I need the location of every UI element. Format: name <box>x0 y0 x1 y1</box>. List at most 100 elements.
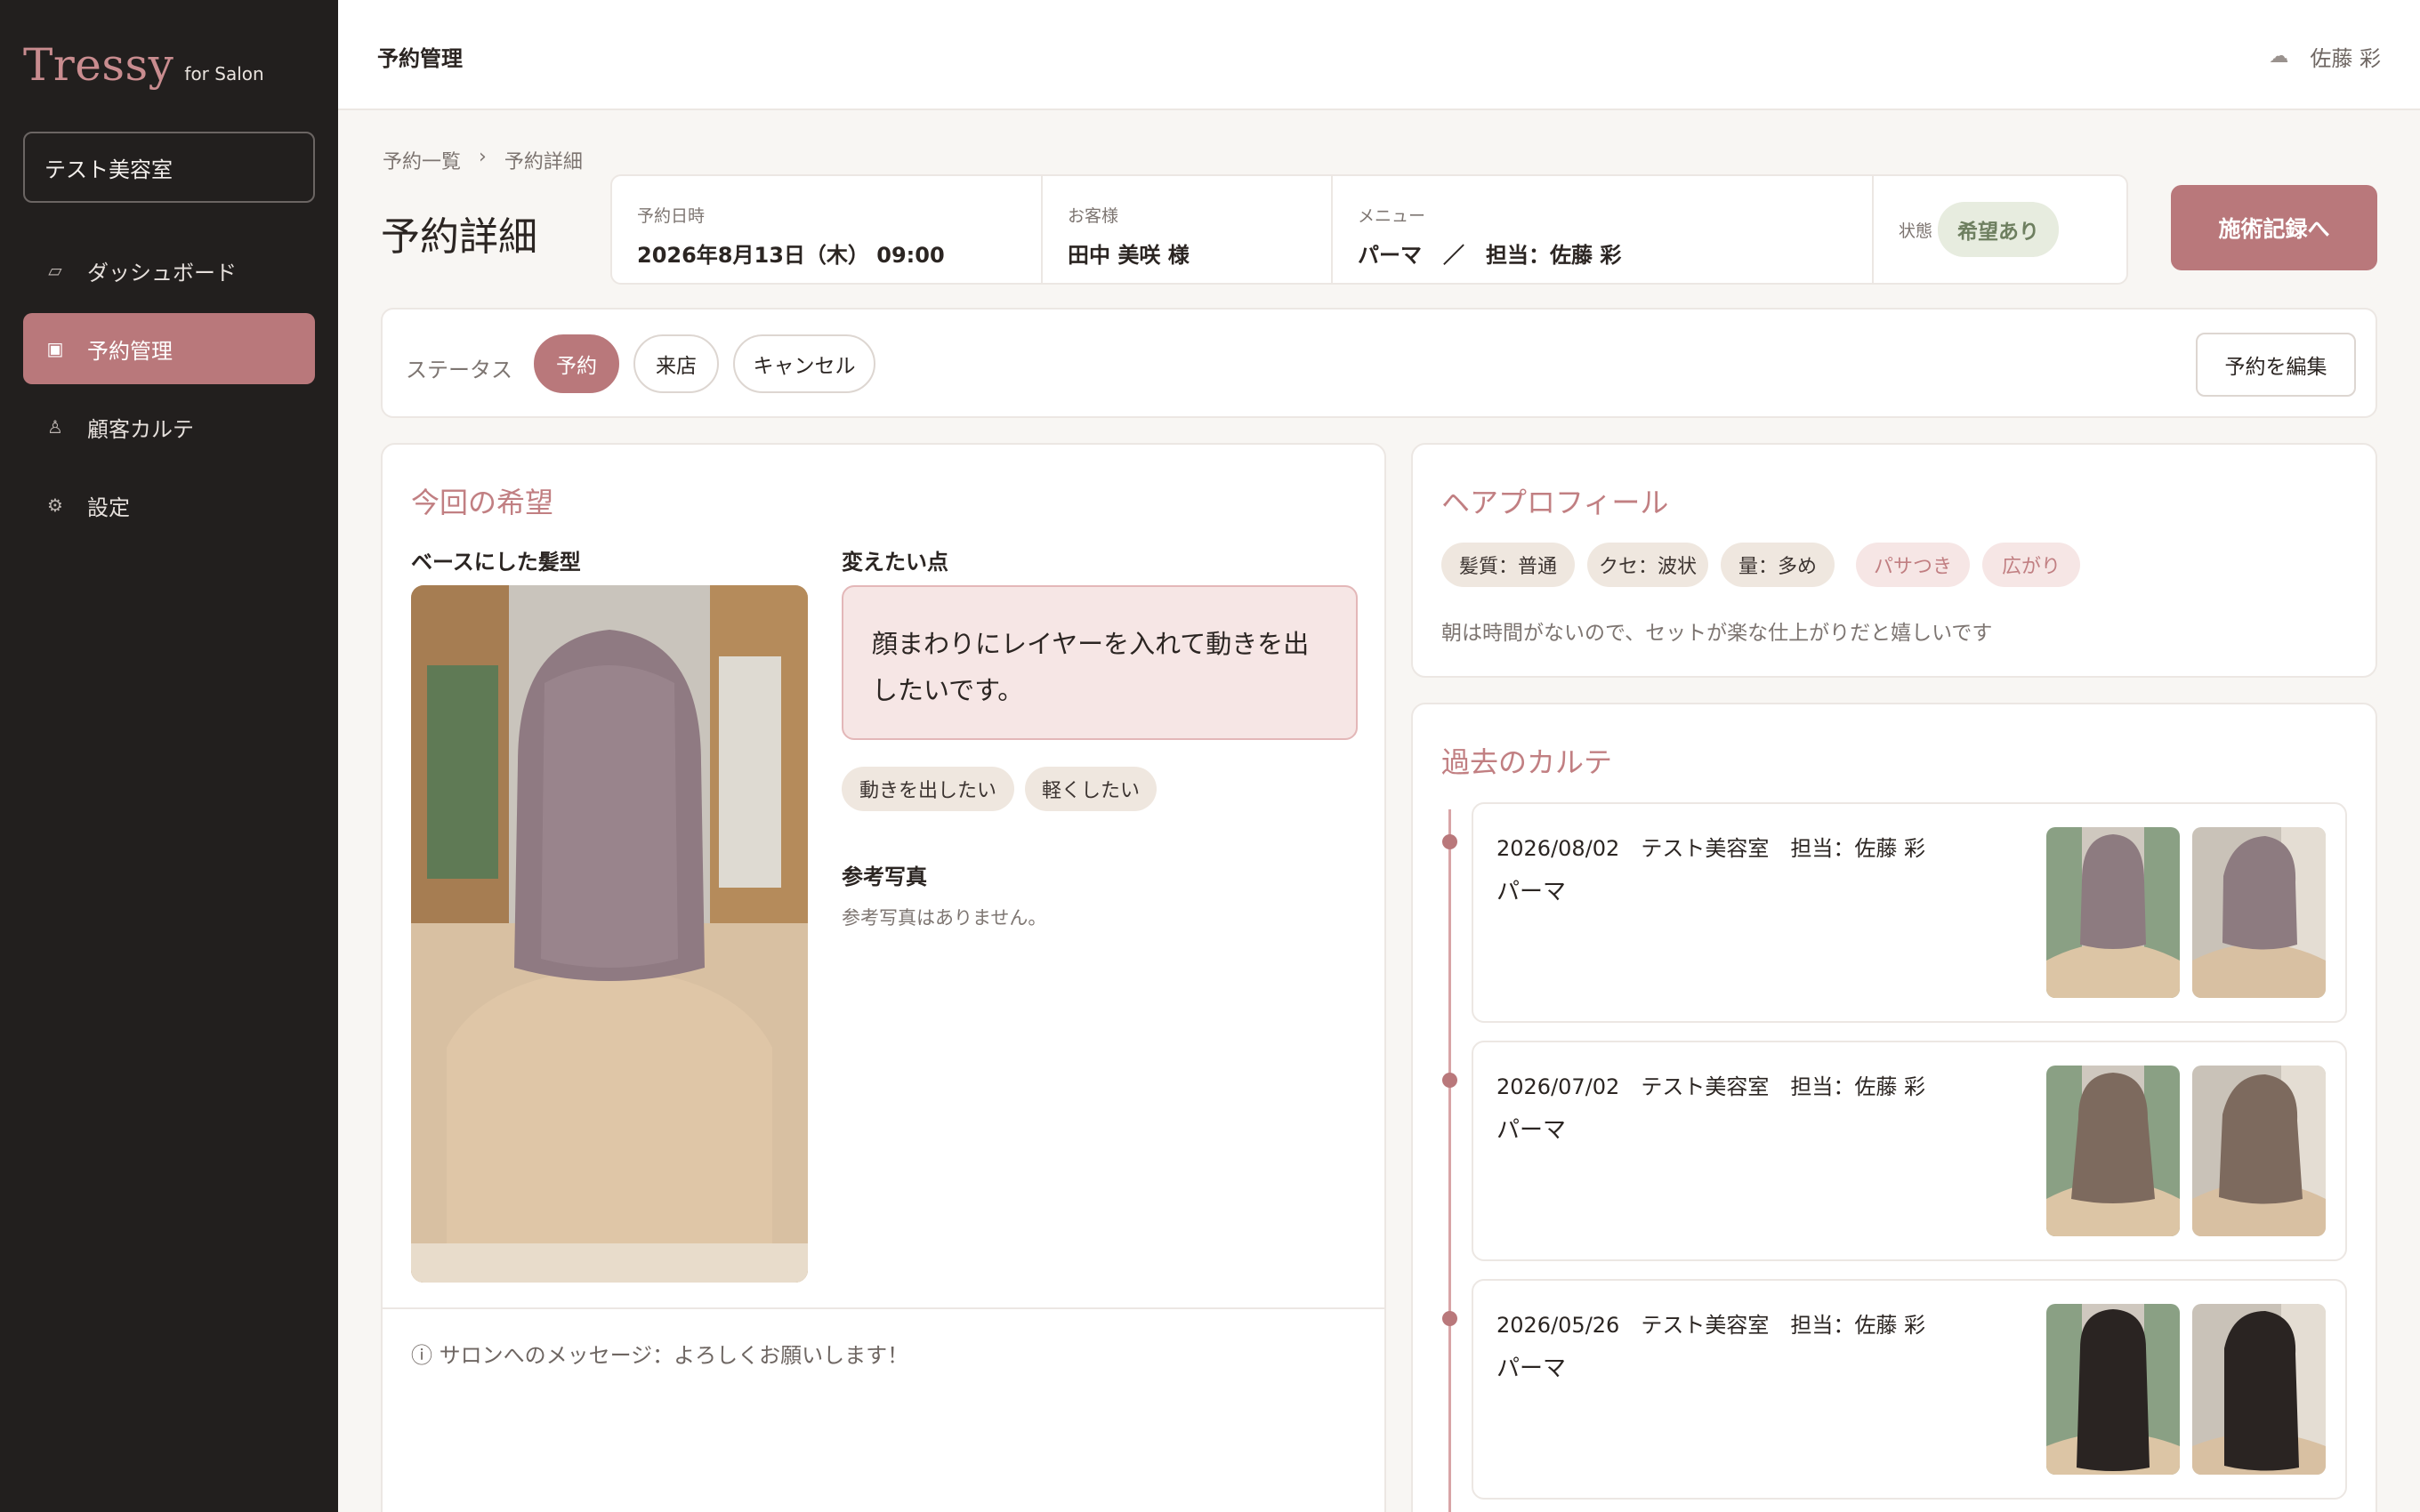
timeline-dot <box>1442 834 1457 849</box>
timeline-line <box>1448 809 1451 1512</box>
history-entry[interactable]: 2026/05/26 テスト美容室 担当：佐藤 彩 パーマ <box>1472 1279 2347 1500</box>
history-image <box>2046 1304 2180 1475</box>
base-style-photo[interactable] <box>411 585 808 1283</box>
logo-text: Tressy <box>23 39 174 91</box>
sidebar-item-label: 予約管理 <box>87 338 173 364</box>
history-image <box>2192 1066 2326 1236</box>
breadcrumb-current: 予約詳細 <box>504 151 583 173</box>
calendar-icon: ▣ <box>46 338 64 359</box>
hair-profile-card: ヘアプロフィール 髪質：普通 クセ：波状 量：多め パサつき 広がり 朝は時間が… <box>1411 443 2377 678</box>
reference-photo-empty: 参考写真はありません。 <box>842 907 1047 929</box>
customer-label: お客様 <box>1068 206 1119 226</box>
history-salon: テスト美容室 <box>1641 1074 1770 1099</box>
history-entry[interactable]: 2026/07/02 テスト美容室 担当：佐藤 彩 パーマ <box>1472 1041 2347 1261</box>
hair-tag: 量：多め <box>1721 543 1835 587</box>
salon-message: ⓘ サロンへのメッセージ：よろしくお願いします！ <box>411 1343 909 1368</box>
timeline-dot <box>1442 1311 1457 1326</box>
hair-tag-highlight: パサつき <box>1856 543 1970 587</box>
reference-photo-heading: 参考写真 <box>842 865 927 889</box>
state-label: 状態 <box>1899 221 1933 241</box>
status-badge: 希望あり <box>1938 202 2060 257</box>
breadcrumb: 予約一覧 › 予約詳細 <box>383 146 583 174</box>
history-photo[interactable] <box>2046 827 2180 998</box>
reservation-summary: 予約日時 2026年8月13日（木） 09:00 お客様 田中 美咲 様 メニュ… <box>610 174 2128 285</box>
history-meta: 2026/08/02 テスト美容室 担当：佐藤 彩 <box>1496 831 1925 862</box>
history-date: 2026/05/26 <box>1496 1313 1620 1338</box>
history-date: 2026/08/02 <box>1496 836 1620 861</box>
breadcrumb-link-list[interactable]: 予約一覧 <box>383 146 461 174</box>
customer-cell: お客様 田中 美咲 様 <box>1043 176 1333 283</box>
status-label: ステータス <box>406 358 512 382</box>
sidebar-item-label: ダッシュボード <box>87 260 237 286</box>
history-photo[interactable] <box>2192 827 2326 998</box>
status-option-cancel[interactable]: キャンセル <box>733 334 875 393</box>
tablet-icon: ▱ <box>48 260 62 281</box>
hair-profile-title: ヘアプロフィール <box>1441 486 1669 519</box>
wish-title: 今回の希望 <box>411 486 554 519</box>
sidebar-item-label: 顧客カルテ <box>87 416 194 442</box>
person-icon: ♙ <box>47 416 63 438</box>
history-entry[interactable]: 2026/08/02 テスト美容室 担当：佐藤 彩 パーマ <box>1472 802 2347 1023</box>
gear-icon: ⚙ <box>47 495 63 516</box>
history-photo[interactable] <box>2192 1304 2326 1475</box>
history-image <box>2192 1304 2326 1475</box>
datetime-label: 予約日時 <box>637 206 706 226</box>
history-menu: パーマ <box>1496 879 1567 905</box>
status-option-visited[interactable]: 来店 <box>633 334 719 393</box>
sidebar-nav: ▱ ダッシュボード ▣ 予約管理 ♙ 顧客カルテ ⚙ 設定 <box>23 235 315 548</box>
history-meta: 2026/07/02 テスト美容室 担当：佐藤 彩 <box>1496 1069 1925 1100</box>
sidebar-item-settings[interactable]: ⚙ 設定 <box>23 470 315 541</box>
history-card: 過去のカルテ 2026/08/02 テスト美容室 担当：佐藤 彩 パーマ 202… <box>1411 703 2377 1512</box>
history-staff: 担当：佐藤 彩 <box>1790 1074 1925 1099</box>
history-image <box>2192 827 2326 998</box>
hair-tag: クセ：波状 <box>1587 543 1708 587</box>
logo-subtext: for Salon <box>184 63 264 84</box>
menu-cell: メニュー パーマ ／ 担当：佐藤 彩 <box>1333 176 1874 283</box>
base-style-heading: ベースにした髪型 <box>411 550 581 575</box>
divider <box>383 1307 1384 1309</box>
history-menu: パーマ <box>1496 1355 1567 1382</box>
hair-profile-note: 朝は時間がないので、セットが楽な仕上がりだと嬉しいです <box>1441 622 1993 645</box>
treatment-record-button[interactable]: 施術記録へ <box>2171 185 2377 270</box>
status-option-reserved[interactable]: 予約 <box>534 334 619 393</box>
sidebar-item-dashboard[interactable]: ▱ ダッシュボード <box>23 235 315 306</box>
history-salon: テスト美容室 <box>1641 836 1770 861</box>
app-logo[interactable]: Tressy for Salon <box>23 39 264 91</box>
menu-value: パーマ ／ 担当：佐藤 彩 <box>1358 243 1622 268</box>
base-style-image <box>411 585 808 1283</box>
timeline-dot <box>1442 1073 1457 1088</box>
history-date: 2026/07/02 <box>1496 1074 1620 1099</box>
change-request-box: 顔まわりにレイヤーを入れて動きを出したいです。 <box>842 585 1358 740</box>
history-photo[interactable] <box>2046 1304 2180 1475</box>
cloud-icon: ☁ <box>2269 45 2289 68</box>
page-title: 予約詳細 <box>381 214 537 260</box>
user-name: 佐藤 彩 <box>2310 46 2381 71</box>
sidebar-item-label: 設定 <box>87 495 130 520</box>
history-image <box>2046 827 2180 998</box>
datetime-value: 2026年8月13日（木） 09:00 <box>637 243 945 268</box>
history-meta: 2026/05/26 テスト美容室 担当：佐藤 彩 <box>1496 1307 1925 1339</box>
user-menu[interactable]: ☁ 佐藤 彩 <box>2269 41 2381 72</box>
history-title: 過去のカルテ <box>1441 745 1613 779</box>
wish-card: 今回の希望 ベースにした髪型 変えたい点 顔まわりにレイヤーを入れて動きを出した… <box>381 443 1386 1512</box>
history-photo[interactable] <box>2192 1066 2326 1236</box>
history-image <box>2046 1066 2180 1236</box>
edit-reservation-button[interactable]: 予約を編集 <box>2196 333 2356 397</box>
hair-tag: 髪質：普通 <box>1441 543 1575 587</box>
breadcrumb-separator: › <box>479 146 487 168</box>
wish-tag: 軽くしたい <box>1025 767 1157 811</box>
change-request-text: 顔まわりにレイヤーを入れて動きを出したいです。 <box>872 629 1310 705</box>
history-staff: 担当：佐藤 彩 <box>1790 1313 1925 1338</box>
history-salon: テスト美容室 <box>1641 1313 1770 1338</box>
status-bar: ステータス 予約 来店 キャンセル 予約を編集 <box>381 308 2377 418</box>
hair-tag-highlight: 広がり <box>1982 543 2080 587</box>
change-heading: 変えたい点 <box>842 550 948 575</box>
top-bar: 予約管理 ☁ 佐藤 彩 <box>338 0 2420 110</box>
sidebar-item-customers[interactable]: ♙ 顧客カルテ <box>23 391 315 462</box>
salon-selector[interactable]: テスト美容室 <box>23 132 315 203</box>
sidebar-item-reservations[interactable]: ▣ 予約管理 <box>23 313 315 384</box>
history-staff: 担当：佐藤 彩 <box>1790 836 1925 861</box>
wish-tag: 動きを出したい <box>842 767 1014 811</box>
sidebar: Tressy for Salon テスト美容室 ▱ ダッシュボード ▣ 予約管理… <box>0 0 338 1512</box>
history-photo[interactable] <box>2046 1066 2180 1236</box>
